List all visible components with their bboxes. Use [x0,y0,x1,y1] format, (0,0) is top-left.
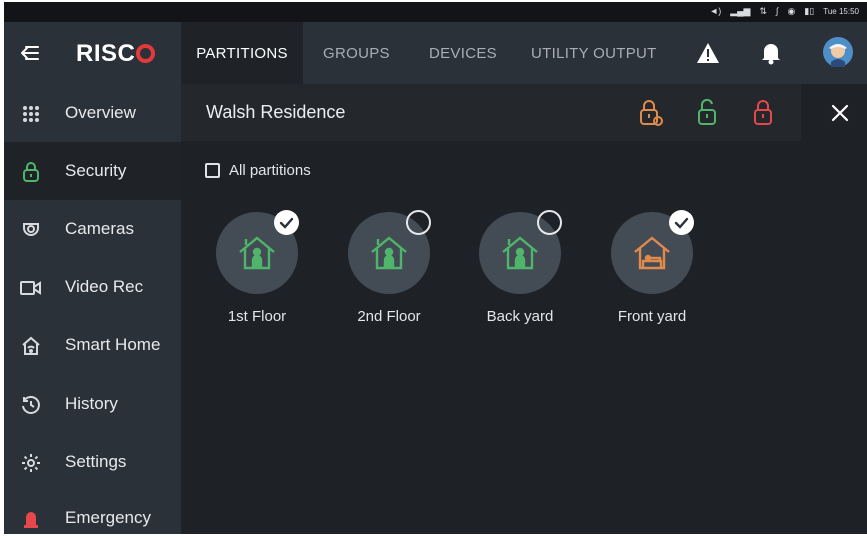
back-menu-button[interactable] [18,42,40,64]
home-wifi-icon [20,335,42,357]
tab-label: GROUPS [323,44,390,62]
house-person-icon [371,236,407,270]
partition-2nd-floor[interactable]: 2nd Floor [334,210,444,330]
tab-label: PARTITIONS [196,44,288,62]
status-bar: ◄) ▂▄▆ ⇅ ∫ ◉ ▮▯ Tue 15:50 [4,2,867,22]
sidebar-item-label: Smart Home [65,335,161,354]
bell-icon [762,44,780,65]
partition-label: 1st Floor [227,308,287,325]
main-content: Walsh Residence All partitions 1st Floor… [181,84,867,534]
tab-label: UTILITY OUTPUT [531,44,657,62]
volume-icon: ◄) [709,6,722,16]
all-partitions-toggle[interactable]: All partitions [205,162,311,179]
camera-icon [20,219,42,241]
network-icon: ⇅ [759,6,768,16]
sidebar-item-emergency[interactable]: Emergency [4,489,181,534]
back-menu-icon [21,46,39,60]
partition-label: Back yard [486,308,554,325]
partition-label: 2nd Floor [357,308,421,325]
close-icon [831,104,849,122]
sidebar-item-video-rec[interactable]: Video Rec [4,258,181,316]
site-header: Walsh Residence [181,84,801,141]
grid-icon [20,103,42,125]
partial-lock-icon [640,100,663,126]
top-tab-bar: PARTITIONS GROUPS DEVICES UTILITY OUTPUT [181,22,867,84]
alert-button[interactable] [695,40,721,66]
partition-unselected-check[interactable] [406,210,431,235]
tab-devices[interactable]: DEVICES [429,22,497,84]
tablet-screen: ◄) ▂▄▆ ⇅ ∫ ◉ ▮▯ Tue 15:50 RISC Overview … [4,2,867,534]
video-icon [20,277,42,299]
wifi-icon: ◉ [787,6,796,16]
sidebar: RISC Overview Security Cameras Video Rec… [4,22,181,534]
all-partitions-checkbox[interactable] [205,163,220,178]
sidebar-item-cameras[interactable]: Cameras [4,200,181,258]
unlock-icon [698,98,716,125]
check-icon [674,217,689,229]
sidebar-item-label: Settings [65,452,127,471]
sidebar-item-security[interactable]: Security [4,142,181,200]
sidebar-item-smart-home[interactable]: Smart Home [4,316,181,374]
partition-back-yard[interactable]: Back yard [465,210,575,330]
sidebar-item-label: Video Rec [65,277,144,296]
lock-icon [20,161,42,183]
tab-utility-output[interactable]: UTILITY OUTPUT [531,22,657,84]
status-icons: ◄) ▂▄▆ ⇅ ∫ ◉ ▮▯ Tue 15:50 [709,5,859,18]
bluetooth-icon: ∫ [776,6,779,16]
avatar-icon [823,37,853,67]
full-arm-button[interactable] [752,98,778,128]
partial-arm-button[interactable] [638,98,664,128]
notifications-button[interactable] [758,40,784,66]
partition-front-yard[interactable]: Front yard [597,210,707,330]
tab-label: DEVICES [429,44,497,62]
siren-icon [20,508,42,530]
signal-icon: ▂▄▆ [730,6,751,16]
site-title: Walsh Residence [206,102,346,122]
brand-bar: RISC [4,22,181,84]
sidebar-item-settings[interactable]: Settings [4,433,181,491]
check-icon [279,217,294,229]
tab-partitions[interactable]: PARTITIONS [181,22,303,84]
partition-1st-floor[interactable]: 1st Floor [202,210,312,330]
gear-icon [20,452,42,474]
sidebar-item-history[interactable]: History [4,375,181,433]
clock-icon [20,394,42,416]
user-avatar[interactable] [822,36,854,68]
sidebar-item-label: Cameras [65,219,134,238]
disarm-button[interactable] [696,98,722,128]
battery-icon: ▮▯ [804,6,815,16]
tab-groups[interactable]: GROUPS [323,22,390,84]
clock-text: Tue 15:50 [823,7,859,16]
sidebar-item-label: Security [65,161,127,180]
partition-selected-check[interactable] [669,210,694,235]
partition-selected-check[interactable] [274,210,299,235]
house-bed-icon [634,236,670,270]
partition-label: Front yard [617,308,687,325]
lock-icon [754,100,772,125]
close-button[interactable] [829,102,851,124]
sidebar-item-label: Overview [65,103,136,122]
sidebar-item-label: Emergency [65,508,151,527]
sidebar-item-label: History [65,394,118,413]
house-person-icon [502,236,538,270]
warning-icon [697,43,719,63]
sidebar-item-overview[interactable]: Overview [4,84,181,142]
house-person-icon [239,236,275,270]
all-partitions-label: All partitions [229,162,311,179]
risco-logo: RISC [76,40,156,68]
partition-unselected-check[interactable] [537,210,562,235]
